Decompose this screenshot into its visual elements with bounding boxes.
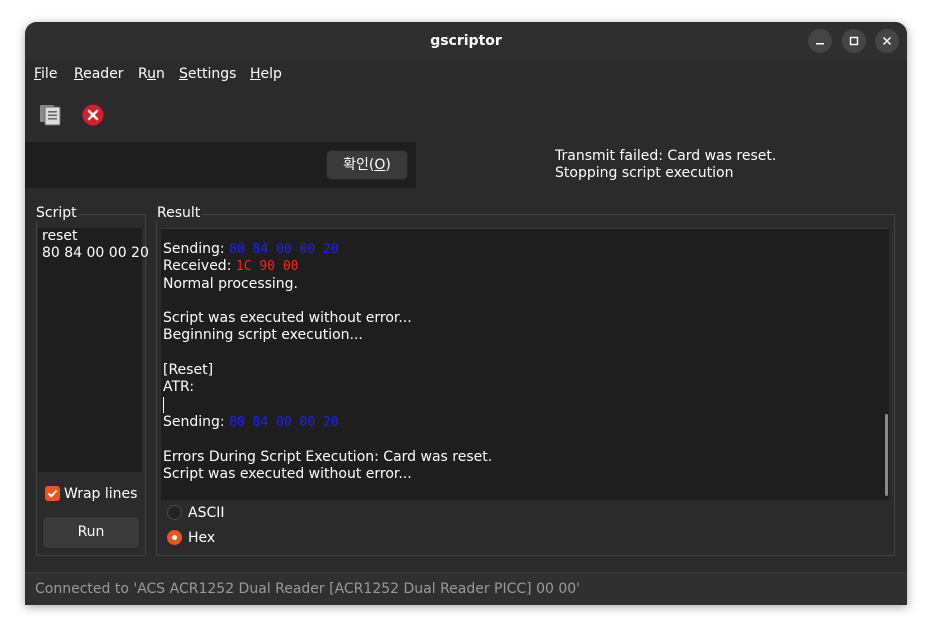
sending-hex: 80 84 00 00 20 xyxy=(229,242,339,257)
confirm-mnemonic: O xyxy=(374,157,386,173)
menu-label-post: elp xyxy=(260,66,282,82)
wrap-lines-label: Wrap lines xyxy=(64,486,138,502)
status-bar: Connected to 'ACS ACR1252 Dual Reader [A… xyxy=(25,572,907,605)
status-message: Transmit failed: Card was reset. Stoppin… xyxy=(555,148,776,182)
stop-button[interactable] xyxy=(82,104,104,130)
script-editor[interactable]: reset 80 84 00 00 20 xyxy=(38,228,149,472)
message-line-1: Transmit failed: Card was reset. xyxy=(555,148,777,164)
app-window: gscriptor File Reader Run Settings Help xyxy=(25,22,907,605)
menu-mnemonic: u xyxy=(147,66,156,82)
result-scrollbar[interactable] xyxy=(885,414,888,496)
result-line: Script was executed without error... xyxy=(163,465,412,482)
result-line: Errors During Script Execution: Card was… xyxy=(163,448,493,465)
run-button[interactable]: Run xyxy=(42,516,140,549)
title-bar[interactable]: gscriptor xyxy=(25,22,907,60)
result-output[interactable]: Sending: 80 84 00 00 20 Received: 1C 90 … xyxy=(161,228,889,500)
confirm-button[interactable]: 확인(O) xyxy=(326,150,408,180)
toolbar xyxy=(25,88,907,140)
result-blank-line xyxy=(161,345,889,362)
minimize-button[interactable] xyxy=(808,29,832,53)
sending-label: Sending: xyxy=(163,241,230,257)
document-list-icon xyxy=(40,105,61,126)
maximize-icon xyxy=(849,36,859,46)
result-line: Script was executed without error... xyxy=(163,310,412,327)
script-label: Script xyxy=(34,205,79,221)
message-line-2: Stopping script execution xyxy=(555,165,734,181)
confirm-label-pre: 확인( xyxy=(343,157,375,173)
checkbox-checked-icon xyxy=(45,486,60,501)
radio-selected-icon xyxy=(167,530,182,545)
hex-label: Hex xyxy=(188,530,216,546)
result-label: Result xyxy=(155,205,203,221)
result-line: [Reset] xyxy=(163,362,214,379)
result-blank-line xyxy=(161,431,889,448)
menu-file[interactable]: File xyxy=(34,66,57,82)
menu-mnemonic: H xyxy=(250,66,261,82)
text-cursor xyxy=(163,396,164,413)
menu-label-post: n xyxy=(155,66,165,82)
script-line: 80 84 00 00 20 xyxy=(42,245,149,261)
wrap-lines-checkbox[interactable]: Wrap lines xyxy=(45,486,137,502)
menu-mnemonic: R xyxy=(74,66,84,82)
ascii-label: ASCII xyxy=(188,505,225,521)
received-hex: 1C 90 00 xyxy=(235,259,299,275)
close-button[interactable] xyxy=(875,29,899,53)
confirm-label-post: ) xyxy=(385,157,391,173)
close-icon xyxy=(882,36,892,46)
sending-label: Sending: xyxy=(163,413,230,430)
menu-label-post: ettings xyxy=(187,66,237,82)
menu-run[interactable]: Run xyxy=(138,66,165,82)
menu-mnemonic: S xyxy=(179,66,188,82)
connection-status: Connected to 'ACS ACR1252 Dual Reader [A… xyxy=(35,581,581,597)
script-line: reset xyxy=(42,228,78,244)
window-title: gscriptor xyxy=(430,33,502,49)
menu-help[interactable]: Help xyxy=(250,66,282,82)
sending-hex: 80 84 00 00 20 xyxy=(229,414,339,430)
result-cursor-line xyxy=(161,396,889,414)
result-line: Sending: 80 84 00 00 20 xyxy=(161,241,889,258)
menu-mnemonic: F xyxy=(34,66,42,82)
radio-unselected-icon xyxy=(167,505,182,520)
result-line: Normal processing. xyxy=(163,275,299,292)
menu-bar: File Reader Run Settings Help xyxy=(25,60,907,88)
error-stop-icon xyxy=(82,104,104,126)
maximize-button[interactable] xyxy=(842,29,866,53)
minimize-icon xyxy=(816,43,824,45)
result-line: ATR: xyxy=(163,379,195,396)
result-blank-line xyxy=(161,293,889,310)
mode-hex-radio[interactable]: Hex xyxy=(167,530,215,546)
menu-label-post: eader xyxy=(83,66,124,82)
menu-reader[interactable]: Reader xyxy=(74,66,124,82)
result-line: Beginning script execution... xyxy=(163,327,363,344)
menu-settings[interactable]: Settings xyxy=(179,66,236,82)
info-bar: 확인(O) xyxy=(25,142,416,188)
open-file-button[interactable] xyxy=(39,102,63,130)
received-label: Received: xyxy=(163,258,236,275)
result-line: Received: 1C 90 00 xyxy=(161,258,889,275)
menu-label-post: ile xyxy=(41,66,58,82)
mode-ascii-radio[interactable]: ASCII xyxy=(167,505,225,521)
result-line: Sending: 80 84 00 00 20 xyxy=(161,414,889,431)
menu-label-pre: R xyxy=(138,66,148,82)
